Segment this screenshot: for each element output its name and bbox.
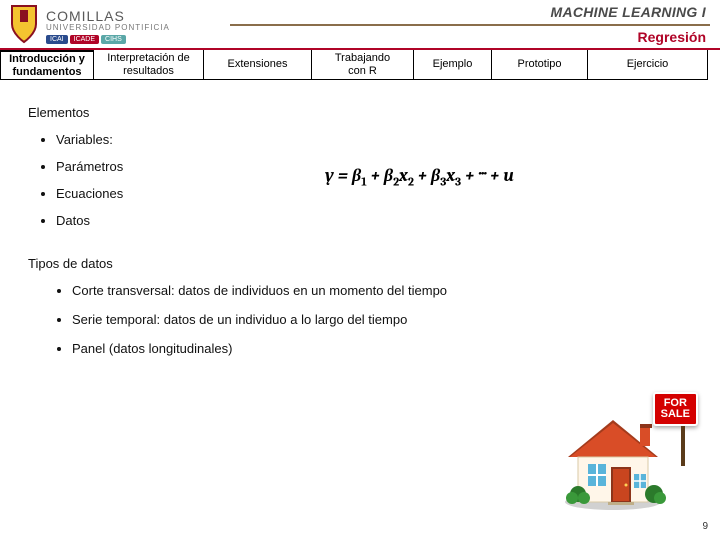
section-elementos-heading: Elementos (28, 105, 700, 120)
section-tipos-heading: Tipos de datos (28, 256, 700, 271)
chip-icai: ICAI (46, 35, 68, 44)
for-sale-sign: FOR SALE (653, 392, 698, 466)
sign-post (681, 426, 685, 466)
list-item: Datos (56, 213, 700, 228)
slide-header: COMILLAS UNIVERSIDAD PONTIFICIA ICAI ICA… (0, 0, 720, 50)
chip-icade: ICADE (70, 35, 99, 44)
tab-interpretacion[interactable]: Interpretación de resultados (94, 50, 204, 80)
university-name-block: COMILLAS UNIVERSIDAD PONTIFICIA ICAI ICA… (46, 8, 170, 44)
tab-ejercicio[interactable]: Ejercicio (588, 50, 708, 80)
tipos-list: Corte transversal: datos de individuos e… (28, 283, 700, 356)
list-item: Panel (datos longitudinales) (72, 341, 700, 356)
page-number: 9 (702, 521, 708, 532)
for-sale-sign-text: FOR SALE (653, 392, 698, 426)
university-name: COMILLAS (46, 8, 170, 24)
faculty-chips: ICAI ICADE CIHS (46, 35, 170, 44)
tab-trabajando-con-r[interactable]: Trabajando con R (312, 50, 414, 80)
tab-ejemplo[interactable]: Ejemplo (414, 50, 492, 80)
header-divider (230, 24, 710, 26)
tab-introduccion[interactable]: Introducción y fundamentos (0, 50, 94, 80)
section-tabs: Introducción y fundamentos Interpretació… (0, 50, 720, 80)
university-crest-icon (8, 4, 40, 44)
slide-topic: Regresión (638, 29, 706, 45)
regression-equation: y = β1 + β2x2 + β3x3 + ··· + u (325, 165, 514, 189)
house-for-sale-graphic: FOR SALE (558, 392, 698, 512)
house-icon (558, 402, 668, 512)
list-item: Variables: (56, 132, 700, 147)
course-title: MACHINE LEARNING I (550, 4, 706, 20)
list-item: Serie temporal: datos de un individuo a … (72, 312, 700, 327)
tab-prototipo[interactable]: Prototipo (492, 50, 588, 80)
tab-extensiones[interactable]: Extensiones (204, 50, 312, 80)
slide-body: Elementos Variables: Parámetros Ecuacion… (28, 105, 700, 370)
list-item: Corte transversal: datos de individuos e… (72, 283, 700, 298)
university-subline: UNIVERSIDAD PONTIFICIA (46, 23, 170, 32)
chip-cihs: CIHS (101, 35, 126, 44)
